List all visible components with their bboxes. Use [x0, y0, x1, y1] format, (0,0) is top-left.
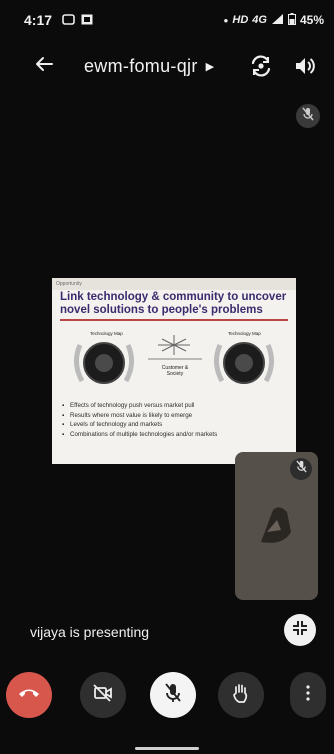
self-video-icon	[253, 502, 297, 553]
mic-off-icon	[301, 107, 315, 126]
slide-diagram: Technology Map Customer & Society Techno…	[52, 321, 296, 399]
camera-toggle-button[interactable]	[80, 672, 126, 718]
audio-output-button[interactable]	[292, 53, 318, 79]
call-controls	[0, 672, 334, 728]
notification-icon	[62, 12, 75, 28]
switch-camera-icon	[248, 55, 274, 83]
meeting-header: ewm-fomu-qjr ▶	[0, 44, 334, 88]
battery-icon	[287, 12, 296, 28]
dot-icon: ●	[223, 15, 229, 25]
switch-camera-button[interactable]	[248, 53, 274, 79]
collapse-icon	[292, 620, 308, 641]
arrow-left-icon	[35, 56, 53, 77]
slide-right-label: Technology Map	[228, 331, 261, 336]
hd-indicator: HD	[232, 14, 249, 26]
more-options-button[interactable]	[290, 672, 326, 718]
raise-hand-button[interactable]	[218, 672, 264, 718]
mic-toggle-button[interactable]	[150, 672, 196, 718]
meeting-code: ewm-fomu-qjr	[84, 56, 198, 76]
slide-bullet: Levels of technology and markets	[62, 420, 286, 430]
status-time: 4:17	[24, 12, 53, 28]
more-vert-icon	[306, 684, 310, 706]
slide-bullet: Results where most value is likely to em…	[62, 411, 286, 421]
presentation-screen: Opportunity Link technology & community …	[52, 278, 296, 464]
meeting-code-button[interactable]: ewm-fomu-qjr ▶	[84, 56, 214, 77]
signal-icon	[271, 13, 284, 28]
status-bar: 4:17 ● HD 4G 45%	[0, 0, 334, 40]
mic-off-icon	[164, 682, 182, 708]
home-indicator[interactable]	[135, 747, 199, 750]
chevron-right-icon: ▶	[205, 61, 215, 73]
gallery-icon	[81, 12, 93, 28]
slide-title: Link technology & community to uncover n…	[60, 291, 287, 316]
hand-icon	[232, 683, 250, 708]
slide-center-label: Customer & Society	[161, 365, 189, 377]
end-call-button[interactable]	[6, 672, 52, 718]
back-button[interactable]	[30, 54, 58, 78]
slide-bullet: Effects of technology push versus market…	[62, 401, 286, 411]
network-type: 4G	[252, 14, 267, 26]
phone-hangup-icon	[18, 686, 40, 704]
self-view-tile[interactable]	[235, 452, 318, 600]
speaker-icon	[292, 58, 318, 83]
self-mic-off-indicator	[290, 458, 312, 480]
presenting-status: vijaya is presenting	[30, 624, 150, 640]
slide-bullet-list: Effects of technology push versus market…	[52, 401, 296, 439]
slide-header-text: Opportunity	[52, 278, 296, 290]
presenter-mic-off-indicator	[296, 104, 320, 128]
slide-bullet: Combinations of multiple technologies an…	[62, 430, 286, 440]
minimize-presentation-button[interactable]	[284, 614, 316, 646]
battery-percent: 45%	[299, 13, 324, 27]
camera-off-icon	[93, 683, 113, 707]
slide-left-label: Technology Map	[90, 331, 123, 336]
mic-off-icon	[295, 460, 308, 478]
